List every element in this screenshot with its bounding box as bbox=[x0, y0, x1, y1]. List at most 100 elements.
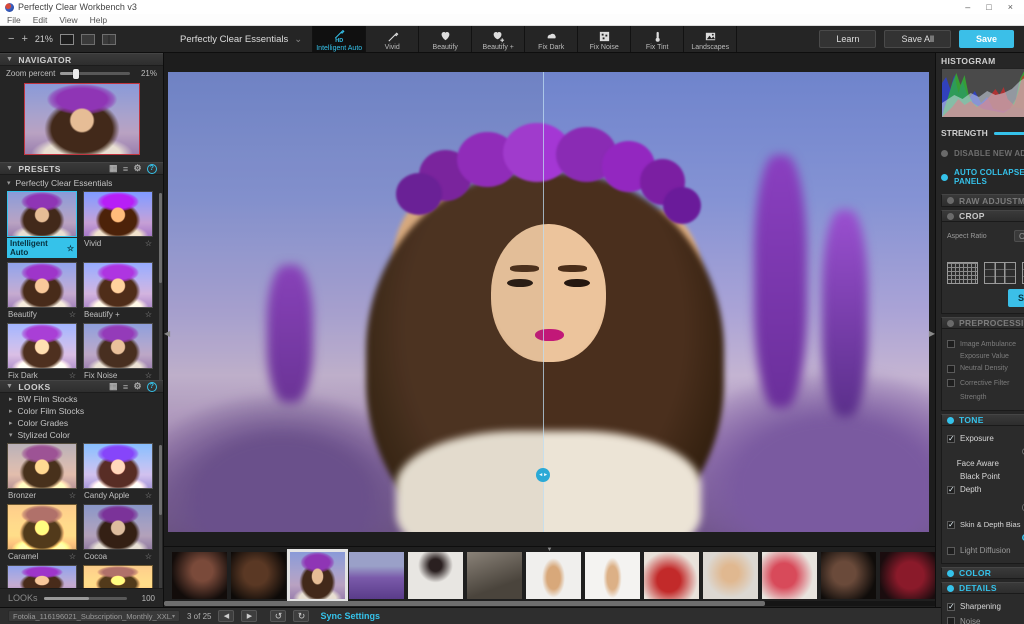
help-icon[interactable]: ? bbox=[147, 382, 157, 392]
look-thumb-partial[interactable] bbox=[7, 565, 77, 588]
learn-button[interactable]: Learn bbox=[819, 30, 876, 48]
filmstrip-thumb[interactable] bbox=[231, 552, 286, 599]
details-header[interactable]: DETAILS ?▼ bbox=[941, 582, 1024, 594]
disable-new-adjustments-toggle[interactable]: DISABLE NEW ADJUSTMENTS bbox=[941, 149, 1024, 158]
navigator-header[interactable]: ▼ NAVIGATOR bbox=[0, 53, 163, 66]
toolbar-preset-fix-tint[interactable]: Fix Tint bbox=[631, 26, 684, 52]
preset-item-fix-noise[interactable]: Fix Noise☆ bbox=[83, 323, 153, 380]
close-icon[interactable]: × bbox=[1008, 2, 1013, 12]
preset-item-fix-dark[interactable]: Fix Dark☆ bbox=[7, 323, 77, 380]
looks-group-color-grades[interactable]: ▸Color Grades bbox=[0, 417, 163, 429]
auto-collapse-toggle[interactable]: AUTO COLLAPSE ADJUSTMENT PANELS bbox=[941, 168, 1024, 186]
zoom-percent-slider[interactable] bbox=[60, 72, 130, 75]
look-item-bronzer[interactable]: Bronzer☆ bbox=[7, 443, 77, 500]
navigator-thumbnail[interactable] bbox=[24, 83, 140, 155]
list-view-icon[interactable]: ≡ bbox=[123, 164, 129, 174]
star-icon[interactable]: ☆ bbox=[145, 491, 152, 500]
sync-settings-button[interactable]: Sync Settings bbox=[320, 611, 380, 621]
looks-strength-slider[interactable] bbox=[44, 597, 127, 600]
strength-slider[interactable] bbox=[994, 132, 1024, 135]
star-icon[interactable]: ☆ bbox=[145, 310, 152, 319]
menu-view[interactable]: View bbox=[59, 15, 77, 25]
looks-group-bw-film[interactable]: ▸BW Film Stocks bbox=[0, 393, 163, 405]
presets-scrollbar[interactable] bbox=[159, 193, 162, 380]
skin-depth-bias-checkbox[interactable] bbox=[947, 521, 955, 529]
main-photo[interactable]: ◄► bbox=[168, 72, 929, 532]
preset-group-dropdown[interactable]: Perfectly Clear Essentials ⌄ bbox=[170, 26, 312, 52]
star-icon[interactable]: ☆ bbox=[145, 371, 152, 380]
filmstrip-thumb[interactable] bbox=[467, 552, 522, 599]
neutral-density-checkbox[interactable] bbox=[947, 365, 955, 373]
preset-item-beautify-plus[interactable]: Beautify +☆ bbox=[83, 262, 153, 319]
filmstrip-thumb-selected[interactable] bbox=[290, 552, 345, 599]
split-divider[interactable] bbox=[543, 72, 544, 532]
preset-item-intelligent-auto[interactable]: Intelligent Auto☆ bbox=[7, 191, 77, 258]
color-header[interactable]: COLOR ?◀ bbox=[941, 567, 1024, 579]
exposure-checkbox[interactable] bbox=[947, 435, 955, 443]
toolbar-preset-fix-dark[interactable]: Fix Dark bbox=[525, 26, 578, 52]
maximize-icon[interactable]: □ bbox=[986, 2, 991, 12]
depth-checkbox[interactable] bbox=[947, 486, 955, 494]
filmstrip-thumb[interactable] bbox=[762, 552, 817, 599]
looks-group-stylized-color[interactable]: ▾Stylized Color bbox=[0, 429, 163, 441]
look-item-candy-apple[interactable]: Candy Apple☆ bbox=[83, 443, 153, 500]
menu-file[interactable]: File bbox=[7, 15, 21, 25]
crop-header[interactable]: CROP ?▼ bbox=[941, 210, 1024, 222]
previous-image-button[interactable]: ◀ bbox=[218, 610, 234, 622]
start-cropping-button[interactable]: Start Cropping bbox=[1008, 289, 1024, 307]
grid-fine-button[interactable] bbox=[947, 262, 978, 284]
filmstrip-thumb[interactable] bbox=[644, 552, 699, 599]
next-image-button[interactable]: ▶ bbox=[241, 610, 257, 622]
menu-help[interactable]: Help bbox=[90, 15, 107, 25]
star-icon[interactable]: ☆ bbox=[145, 239, 152, 248]
presets-header[interactable]: ▼ PRESETS ▦ ≡ ⚙ ? bbox=[0, 162, 163, 175]
image-ambulance-checkbox[interactable] bbox=[947, 340, 955, 348]
view-single-button[interactable] bbox=[60, 34, 74, 45]
star-icon[interactable]: ☆ bbox=[69, 310, 76, 319]
filmstrip-thumb[interactable] bbox=[821, 552, 876, 599]
filmstrip-thumb[interactable] bbox=[585, 552, 640, 599]
toolbar-preset-fix-noise[interactable]: Fix Noise bbox=[578, 26, 631, 52]
toolbar-preset-vivid[interactable]: Vivid bbox=[366, 26, 419, 52]
looks-header[interactable]: ▼ LOOKS ▦ ≡ ⚙ ? bbox=[0, 380, 163, 393]
save-all-button[interactable]: Save All bbox=[884, 30, 951, 48]
grid-view-icon[interactable]: ▦ bbox=[109, 381, 118, 392]
help-icon[interactable]: ? bbox=[147, 164, 157, 174]
gear-icon[interactable]: ⚙ bbox=[134, 381, 142, 392]
rotate-left-button[interactable]: ↺ bbox=[270, 610, 286, 622]
view-split-button[interactable] bbox=[81, 34, 95, 45]
looks-group-color-film[interactable]: ▸Color Film Stocks bbox=[0, 405, 163, 417]
collapse-left-panel-icon[interactable]: ◀ bbox=[164, 329, 170, 338]
star-icon[interactable]: ☆ bbox=[69, 371, 76, 380]
filmstrip-scrollbar[interactable] bbox=[164, 601, 935, 606]
toolbar-preset-beautify[interactable]: Beautify bbox=[419, 26, 472, 52]
grid-thirds-button[interactable] bbox=[984, 262, 1015, 284]
look-thumb-partial[interactable] bbox=[83, 565, 153, 588]
star-icon[interactable]: ☆ bbox=[145, 552, 152, 561]
preset-item-beautify[interactable]: Beautify☆ bbox=[7, 262, 77, 319]
star-icon[interactable]: ☆ bbox=[69, 552, 76, 561]
split-handle[interactable]: ◄► bbox=[536, 468, 550, 482]
filmstrip-thumb[interactable] bbox=[349, 552, 404, 599]
star-icon[interactable]: ☆ bbox=[67, 244, 74, 253]
filmstrip-thumb[interactable] bbox=[703, 552, 758, 599]
filmstrip-thumb[interactable] bbox=[408, 552, 463, 599]
filmstrip-thumb[interactable] bbox=[880, 552, 935, 599]
toolbar-preset-landscapes[interactable]: Landscapes bbox=[684, 26, 737, 52]
light-diffusion-checkbox[interactable] bbox=[947, 547, 955, 555]
look-item-cocoa[interactable]: Cocoa☆ bbox=[83, 504, 153, 561]
preset-group-row[interactable]: ▾ Perfectly Clear Essentials bbox=[0, 175, 163, 191]
filmstrip-thumb[interactable] bbox=[526, 552, 581, 599]
collapse-right-panel-icon[interactable]: ▶ bbox=[929, 329, 935, 338]
toolbar-preset-intelligent-auto[interactable]: HD Intelligent Auto bbox=[313, 26, 366, 52]
zoom-in-button[interactable]: + bbox=[21, 33, 27, 45]
sharpening-checkbox[interactable] bbox=[947, 603, 955, 611]
star-icon[interactable]: ☆ bbox=[69, 491, 76, 500]
look-item-caramel[interactable]: Caramel☆ bbox=[7, 504, 77, 561]
grid-view-icon[interactable]: ▦ bbox=[109, 163, 118, 174]
filmstrip-collapse-icon[interactable]: ▼ bbox=[547, 547, 553, 553]
list-view-icon[interactable]: ≡ bbox=[123, 382, 129, 392]
aspect-ratio-dropdown[interactable]: Original▾ bbox=[1014, 230, 1024, 242]
tone-header[interactable]: TONE ?▼ bbox=[941, 414, 1024, 426]
preset-item-vivid[interactable]: Vivid☆ bbox=[83, 191, 153, 258]
